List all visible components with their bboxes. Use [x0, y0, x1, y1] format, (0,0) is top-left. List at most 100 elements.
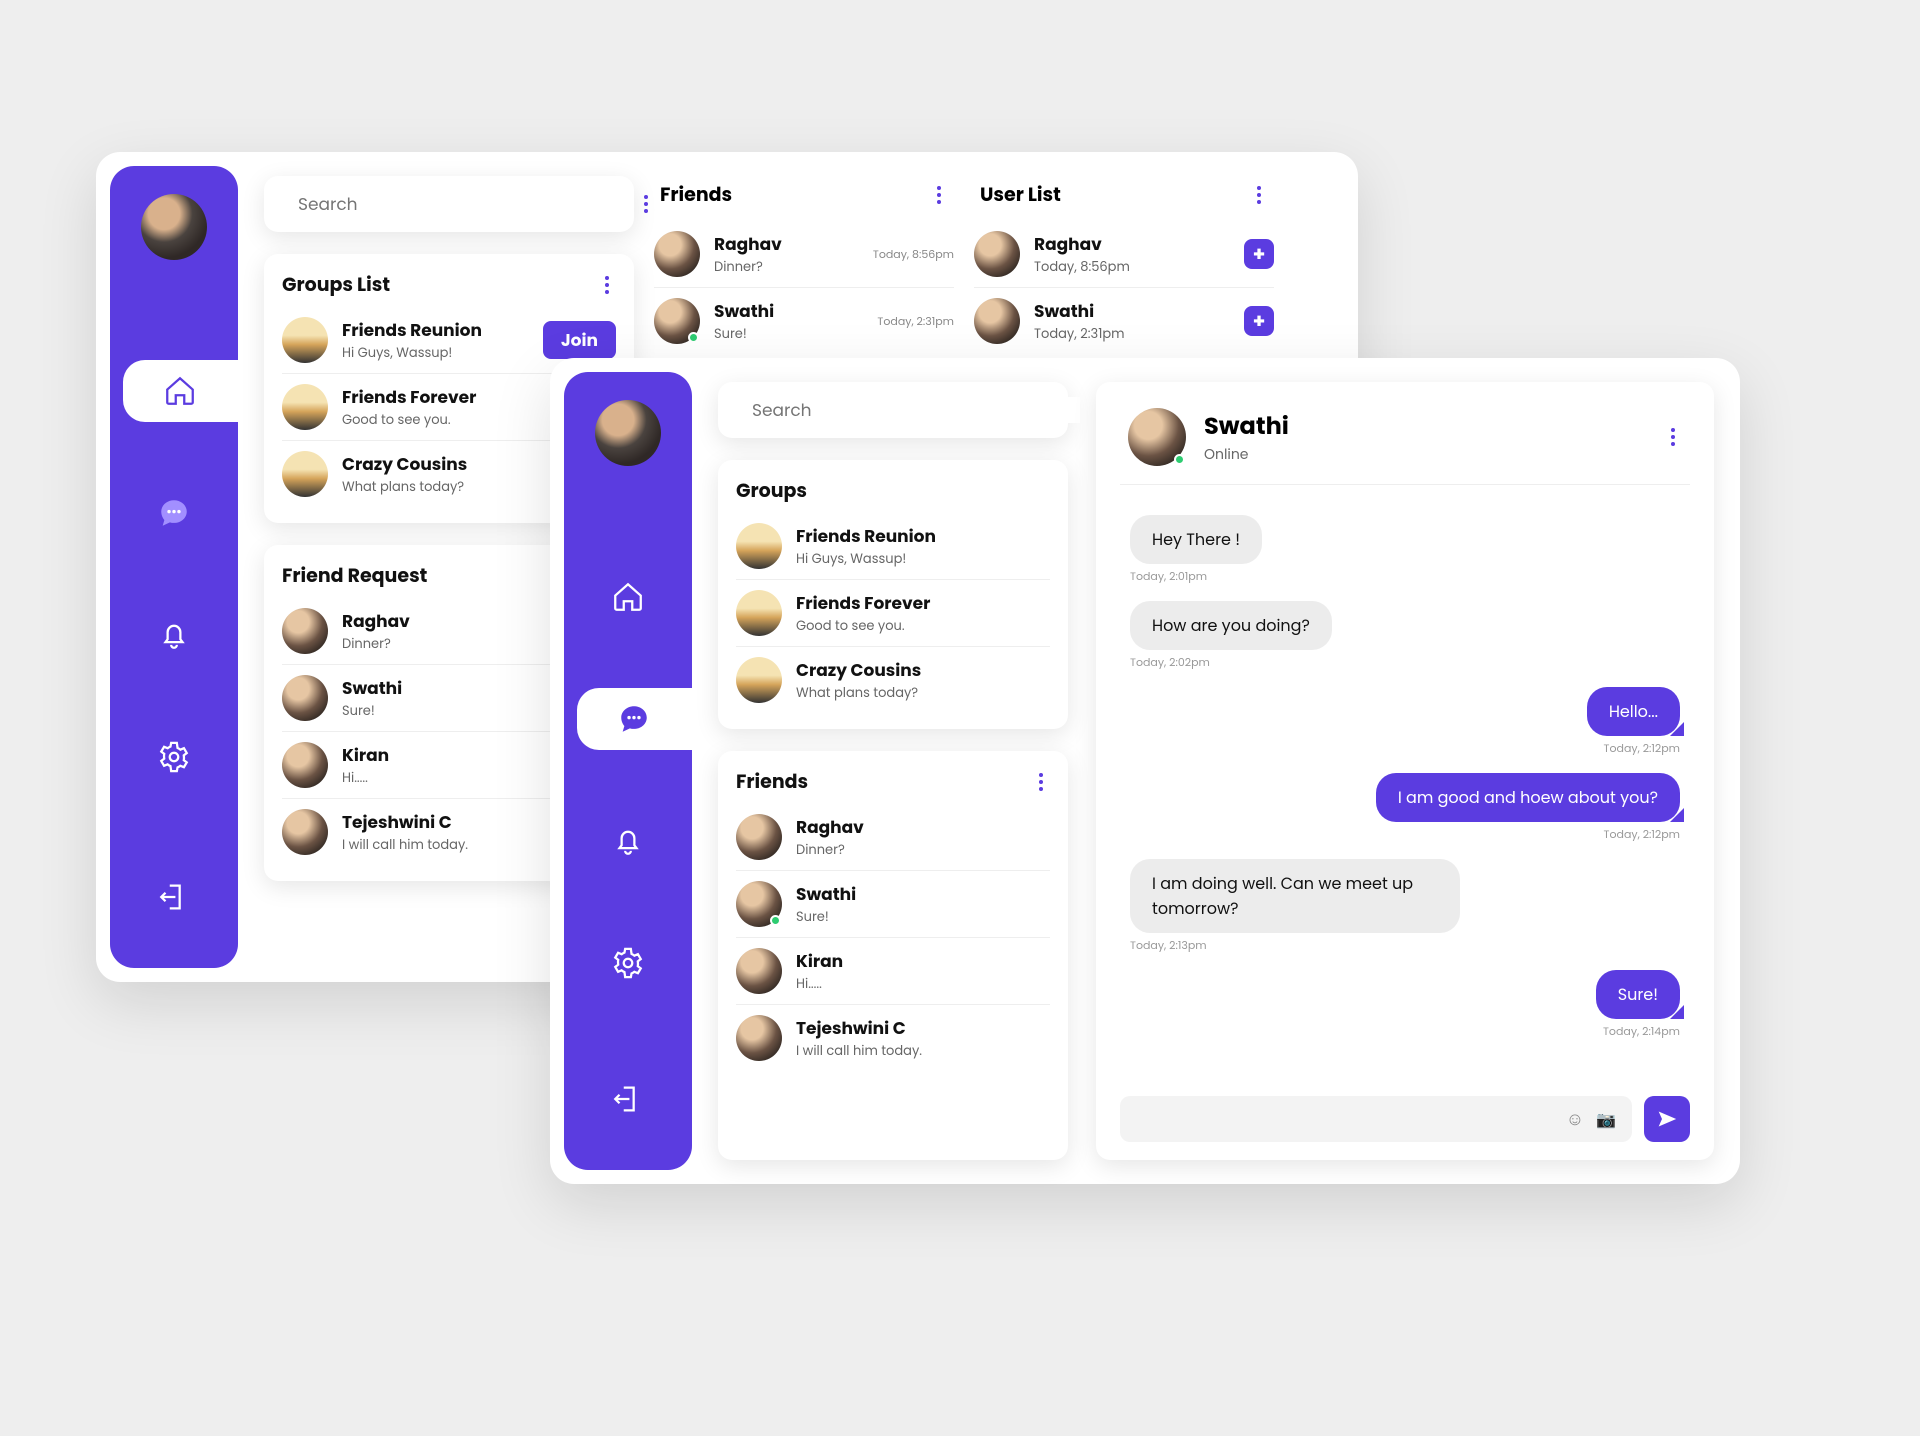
profile-avatar[interactable] — [595, 400, 661, 466]
search-more-icon[interactable] — [644, 195, 648, 213]
item-subtitle: Dinner? — [714, 257, 859, 277]
item-subtitle: I will call him today. — [796, 1041, 1050, 1061]
item-subtitle: Hi Guys, Wassup! — [796, 549, 1050, 569]
nav-notifications[interactable] — [116, 604, 231, 666]
groups-list-more-icon[interactable] — [598, 276, 616, 294]
item-name: Friends Forever — [796, 590, 1050, 616]
item-subtitle: Sure! — [796, 907, 1050, 927]
add-button[interactable]: + — [1244, 306, 1274, 336]
message-outgoing: Sure! — [1596, 970, 1680, 1019]
list-item[interactable]: Tejeshwini C I will call him today. — [736, 1005, 1050, 1071]
item-subtitle: Dinner? — [796, 840, 1050, 860]
item-subtitle: Good to see you. — [796, 616, 1050, 636]
item-name: Raghav — [714, 231, 859, 257]
nav-items — [110, 360, 238, 788]
list-item[interactable]: Swathi Sure! — [736, 871, 1050, 938]
user-list-more-icon[interactable] — [1250, 186, 1268, 204]
list-item[interactable]: Friends Forever Good to see you. — [736, 580, 1050, 647]
item-name: Swathi — [796, 881, 1050, 907]
search-input[interactable] — [298, 191, 626, 217]
list-item[interactable]: Swathi Sure! Today, 2:31pm — [654, 288, 954, 354]
avatar — [736, 590, 782, 636]
message-incoming: How are you doing? — [1130, 601, 1332, 650]
nav-home[interactable] — [123, 360, 238, 422]
chat-text-input[interactable]: ☺ 📷 — [1120, 1096, 1632, 1142]
avatar — [654, 231, 700, 277]
list-item[interactable]: Swathi Today, 2:31pm + — [974, 288, 1274, 354]
avatar — [282, 451, 328, 497]
list-item[interactable]: Raghav Dinner? Today, 8:56pm — [654, 221, 954, 288]
nav-home[interactable] — [570, 566, 685, 628]
avatar — [974, 231, 1020, 277]
message-time: Today, 2:12pm — [1604, 826, 1680, 843]
nav-chat[interactable] — [116, 482, 231, 544]
sidebar — [110, 166, 238, 968]
home-icon — [611, 580, 645, 614]
gear-icon — [611, 946, 645, 980]
avatar — [974, 298, 1020, 344]
logout-icon — [611, 1082, 645, 1116]
message-time: Today, 2:12pm — [1604, 740, 1680, 757]
list-item[interactable]: Raghav Today, 8:56pm + — [974, 221, 1274, 288]
groups-title: Groups — [736, 476, 807, 505]
nav-logout[interactable] — [570, 1068, 685, 1130]
nav-settings[interactable] — [116, 726, 231, 788]
list-item[interactable]: Raghav Dinner? — [736, 804, 1050, 871]
avatar — [736, 1015, 782, 1061]
search-bar[interactable] — [718, 382, 1068, 438]
chat-panel: Swathi Online Hey There ! Today, 2:01pm … — [1096, 382, 1714, 1160]
emoji-icon[interactable]: ☺ — [1566, 1106, 1584, 1133]
message-time: Today, 2:13pm — [1130, 937, 1207, 954]
list-item[interactable]: Crazy Cousins What plans today? — [736, 647, 1050, 713]
list-item[interactable]: Kiran Hi..... — [736, 938, 1050, 1005]
send-icon — [1657, 1109, 1677, 1129]
avatar — [282, 317, 328, 363]
camera-icon[interactable]: 📷 — [1596, 1107, 1616, 1132]
item-name: Crazy Cousins — [796, 657, 1050, 683]
chat-icon — [157, 496, 191, 530]
search-bar[interactable] — [264, 176, 634, 232]
item-time: Today, 8:56pm — [873, 246, 954, 263]
item-time: Today, 8:56pm — [1034, 257, 1230, 277]
nav-items — [564, 566, 692, 994]
friends-more-icon[interactable] — [930, 186, 948, 204]
gear-icon — [157, 740, 191, 774]
profile-avatar[interactable] — [141, 194, 207, 260]
avatar — [654, 298, 700, 344]
nav-notifications[interactable] — [570, 810, 685, 872]
home-icon — [163, 374, 197, 408]
nav-chat[interactable] — [577, 688, 692, 750]
chat-window: Groups Friends Reunion Hi Guys, Wassup! … — [550, 358, 1740, 1184]
item-subtitle: Hi Guys, Wassup! — [342, 343, 529, 363]
avatar — [282, 742, 328, 788]
message-outgoing: I am good and hoew about you? — [1376, 773, 1680, 822]
search-input[interactable] — [752, 397, 1080, 423]
avatar — [282, 809, 328, 855]
item-name: Raghav — [796, 814, 1050, 840]
list-item[interactable]: Friends Reunion Hi Guys, Wassup! — [736, 513, 1050, 580]
nav-logout[interactable] — [116, 866, 231, 928]
item-name: Friends Reunion — [796, 523, 1050, 549]
chat-contact-avatar[interactable] — [1128, 408, 1186, 466]
message-outgoing: Hello... — [1587, 687, 1680, 736]
join-button[interactable]: Join — [543, 321, 616, 359]
message-time: Today, 2:01pm — [1130, 568, 1207, 585]
message-incoming: Hey There ! — [1130, 515, 1262, 564]
avatar — [282, 384, 328, 430]
item-name: Swathi — [714, 298, 863, 324]
avatar — [736, 881, 782, 927]
sidebar — [564, 372, 692, 1170]
add-button[interactable]: + — [1244, 239, 1274, 269]
bell-icon — [611, 824, 645, 858]
avatar — [282, 608, 328, 654]
nav-settings[interactable] — [570, 932, 685, 994]
chat-more-icon[interactable] — [1664, 428, 1682, 446]
avatar — [282, 675, 328, 721]
item-name: Tejeshwini C — [796, 1015, 1050, 1041]
avatar — [736, 948, 782, 994]
friends-title: Friends — [660, 180, 732, 209]
friends-more-icon[interactable] — [1032, 773, 1050, 791]
friends-title: Friends — [736, 767, 808, 796]
item-name: Raghav — [1034, 231, 1230, 257]
send-button[interactable] — [1644, 1096, 1690, 1142]
